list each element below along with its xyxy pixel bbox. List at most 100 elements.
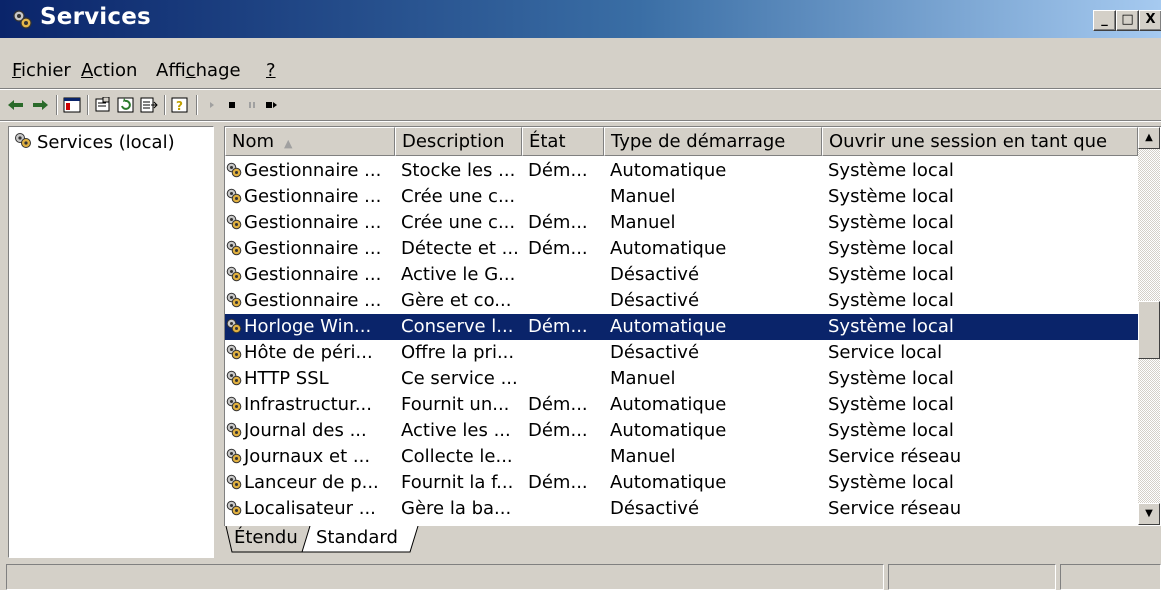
service-startup-cell: Manuel	[610, 212, 676, 233]
service-description-cell: Fournit un...	[401, 394, 510, 415]
service-gear-icon	[225, 394, 244, 415]
service-gear-icon	[225, 472, 244, 493]
column-header-etat[interactable]: État	[522, 127, 604, 156]
start-service-icon[interactable]	[202, 95, 222, 115]
forward-arrow-icon[interactable]	[30, 95, 50, 115]
refresh-icon[interactable]	[116, 95, 136, 115]
help-icon[interactable]: ?	[170, 95, 190, 115]
scroll-up-button[interactable]: ▲	[1138, 127, 1160, 149]
service-state-cell: Dém...	[528, 472, 588, 493]
table-row[interactable]: Localisateur ... Gère la ba... Désactivé Se…	[225, 496, 1138, 522]
minimize-button[interactable]: _	[1093, 10, 1116, 31]
service-startup-cell: Automatique	[610, 316, 727, 337]
service-startup-cell: Désactivé	[610, 342, 700, 363]
column-header-ouvrir-session[interactable]: Ouvrir une session en tant que	[822, 127, 1138, 156]
table-row[interactable]: Gestionnaire ... Gère et co... Désactivé Sy…	[225, 288, 1138, 314]
service-description-cell: Détecte et ...	[401, 238, 519, 259]
view-tabs: Étendu Standard	[224, 526, 524, 556]
status-panel-main	[6, 564, 884, 590]
console-tree-icon[interactable]	[62, 95, 82, 115]
service-startup-cell: Manuel	[610, 186, 676, 207]
menu-help[interactable]: ?	[266, 60, 276, 81]
service-name-text: Lanceur de p...	[244, 472, 379, 493]
service-name-text: Infrastructur...	[244, 394, 373, 415]
scroll-down-button[interactable]: ▼	[1138, 503, 1160, 525]
service-name-cell: Journal des ...	[225, 418, 367, 443]
service-name-cell: Gestionnaire ...	[225, 210, 381, 235]
toolbar: ?	[0, 92, 1161, 118]
table-row[interactable]: Gestionnaire ... Stocke les ... Dém... Auto…	[225, 158, 1138, 184]
service-description-cell: Active les ...	[401, 420, 511, 441]
status-panel-2	[888, 564, 1056, 590]
vertical-scrollbar[interactable]: ▲ ▼	[1138, 127, 1160, 525]
service-name-cell: Gestionnaire ...	[225, 184, 381, 209]
service-gear-icon	[225, 160, 244, 181]
menu-action[interactable]: Action	[81, 60, 137, 81]
service-name-text: Journal des ...	[244, 420, 367, 441]
table-row[interactable]: Journaux et ... Collecte le... Manuel Servi…	[225, 444, 1138, 470]
service-gear-icon	[225, 446, 244, 467]
service-startup-cell: Automatique	[610, 472, 727, 493]
service-gear-icon	[225, 498, 244, 519]
svg-text:?: ?	[176, 99, 183, 113]
table-row[interactable]: Horloge Win... Conserve l... Dém... Automat…	[225, 313, 1139, 341]
services-list-pane[interactable]: Nom ▲ Description État Type de démarrage …	[224, 126, 1161, 526]
maximize-button[interactable]: □	[1116, 10, 1139, 31]
table-row[interactable]: Hôte de péri... Offre la pri... Désactivé S…	[225, 340, 1138, 366]
service-startup-cell: Automatique	[610, 420, 727, 441]
pause-service-icon[interactable]	[242, 95, 262, 115]
table-row[interactable]: Lanceur de p... Fournit la f... Dém... Auto…	[225, 470, 1138, 496]
title-bar[interactable]: Services _ □ X	[0, 0, 1161, 38]
service-state-cell: Dém...	[528, 160, 588, 181]
back-arrow-icon[interactable]	[6, 95, 26, 115]
close-button[interactable]: X	[1139, 10, 1161, 31]
service-name-cell: Lanceur de p...	[225, 470, 379, 495]
service-name-text: Localisateur ...	[244, 498, 376, 519]
service-name-cell: Gestionnaire ...	[225, 158, 381, 183]
service-state-cell: Dém...	[528, 394, 588, 415]
service-logon-cell: Système local	[828, 290, 954, 311]
tab-etendu[interactable]: Étendu	[234, 527, 298, 548]
table-row[interactable]: Gestionnaire ... Détecte et ... Dém... Auto…	[225, 236, 1138, 262]
service-logon-cell: Système local	[828, 264, 954, 285]
service-logon-cell: Système local	[828, 316, 954, 337]
properties-icon[interactable]	[93, 95, 113, 115]
service-gear-icon	[225, 342, 244, 363]
services-gear-icon	[13, 131, 33, 154]
column-header-description[interactable]: Description	[395, 127, 522, 156]
table-row[interactable]: Gestionnaire ... Active le G... Désactivé S…	[225, 262, 1138, 288]
service-state-cell: Dém...	[528, 238, 588, 259]
service-name-text: Journaux et ...	[244, 446, 371, 467]
export-list-icon[interactable]	[139, 95, 159, 115]
tree-item-services-local[interactable]: Services (local)	[13, 131, 175, 154]
status-bar	[0, 562, 1161, 590]
service-logon-cell: Système local	[828, 160, 954, 181]
service-name-cell: Hôte de péri...	[225, 340, 373, 365]
menu-affichage[interactable]: Affichage	[156, 60, 241, 81]
scroll-thumb[interactable]	[1138, 301, 1160, 359]
tab-standard[interactable]: Standard	[316, 527, 398, 548]
service-name-cell: Journaux et ...	[225, 444, 370, 469]
service-startup-cell: Désactivé	[610, 264, 700, 285]
menu-separator	[0, 88, 1161, 90]
service-name-text: Hôte de péri...	[244, 342, 373, 363]
service-gear-icon	[225, 186, 244, 207]
service-name-text: Gestionnaire ...	[244, 264, 382, 285]
service-gear-icon	[225, 316, 244, 337]
restart-service-icon[interactable]	[262, 95, 282, 115]
column-header-type-demarrage[interactable]: Type de démarrage	[604, 127, 822, 156]
service-name-text: HTTP SSL	[244, 368, 329, 389]
menu-fichier[interactable]: Fichier	[12, 60, 71, 81]
console-tree-pane[interactable]: Services (local)	[8, 126, 214, 558]
table-row[interactable]: Gestionnaire ... Crée une c... Dém... Manue…	[225, 210, 1138, 236]
stop-service-icon[interactable]	[222, 95, 242, 115]
column-headers: Nom ▲ Description État Type de démarrage …	[225, 127, 1138, 157]
table-row[interactable]: HTTP SSL Ce service ... Manuel Système loca…	[225, 366, 1138, 392]
table-row[interactable]: Infrastructur... Fournit un... Dém... Autom…	[225, 392, 1138, 418]
service-description-cell: Active le G...	[401, 264, 516, 285]
table-row[interactable]: Gestionnaire ... Crée une c... Manuel Systè…	[225, 184, 1138, 210]
column-header-nom[interactable]: Nom ▲	[225, 127, 395, 156]
table-row[interactable]: Journal des ... Active les ... Dém... Autom…	[225, 418, 1138, 444]
service-description-cell: Crée une c...	[401, 186, 516, 207]
service-name-text: Gestionnaire ...	[244, 290, 382, 311]
